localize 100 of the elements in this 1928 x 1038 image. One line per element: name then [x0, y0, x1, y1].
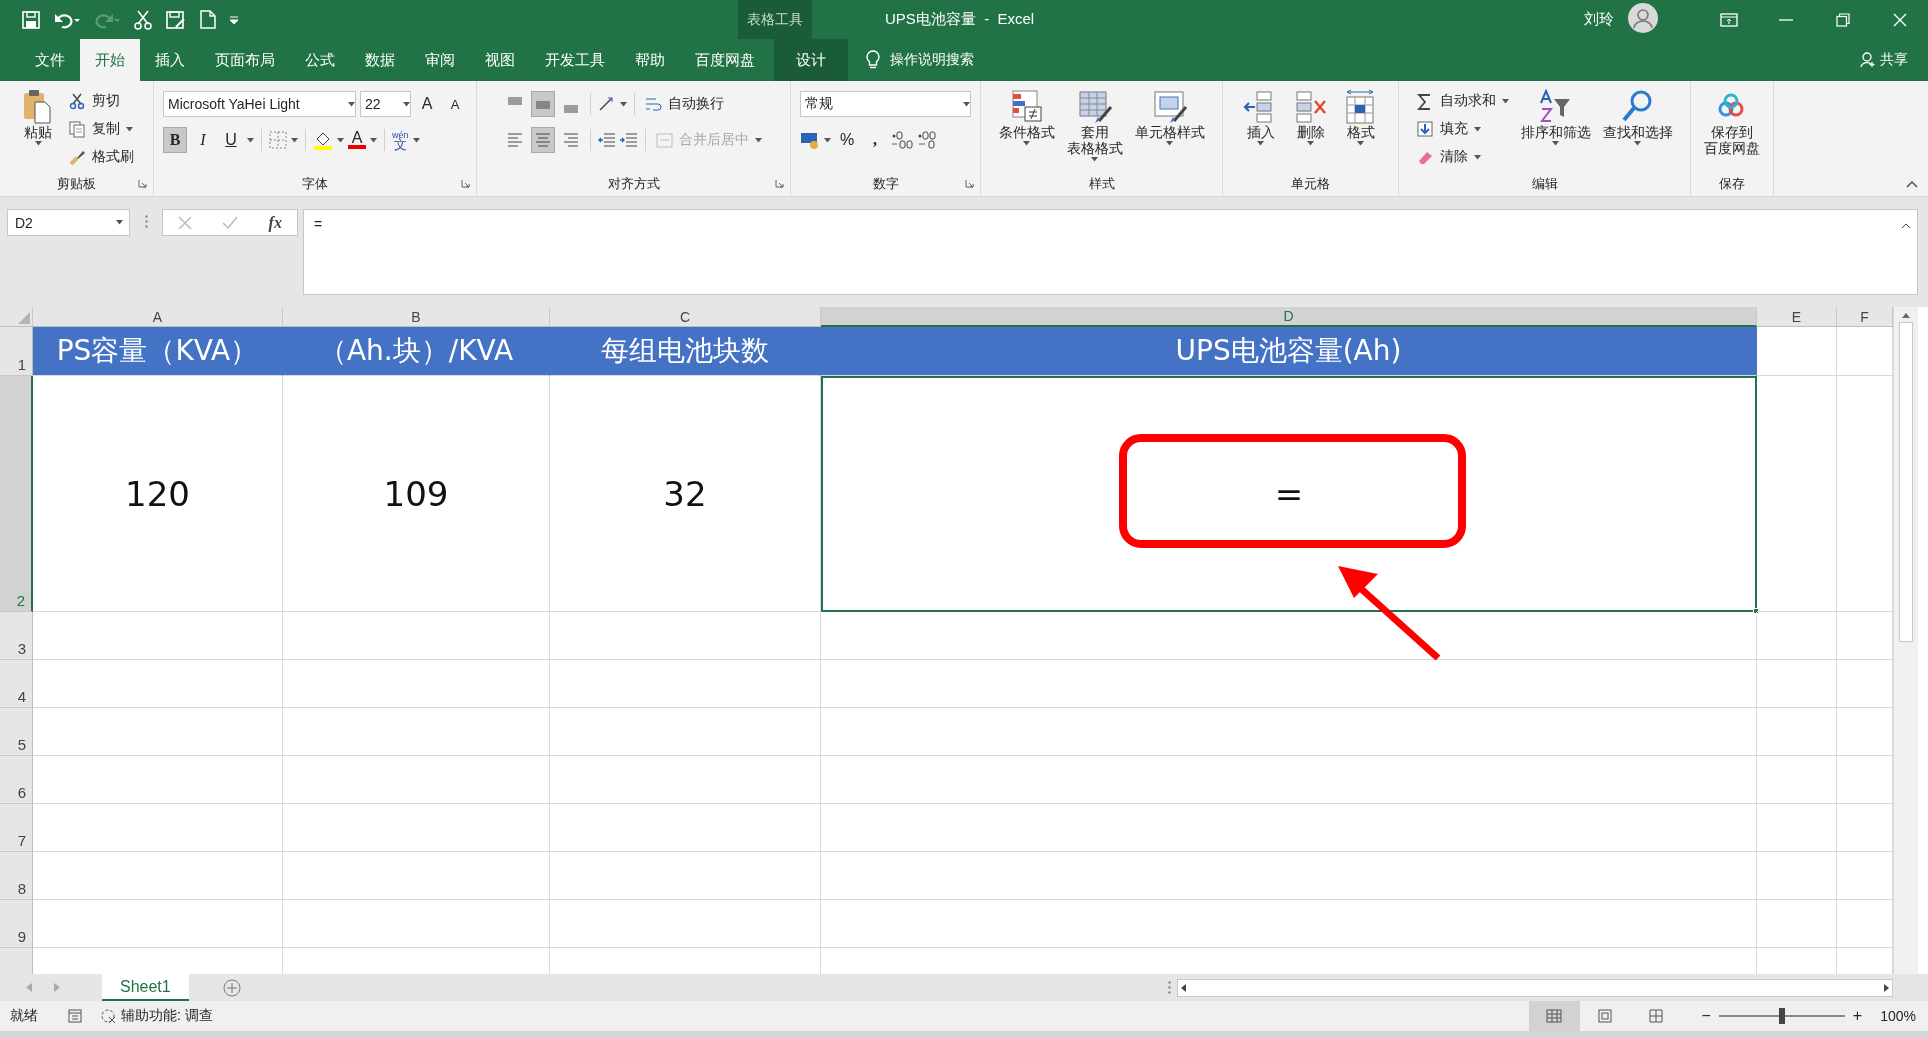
caret-icon[interactable] — [1552, 141, 1559, 146]
ribbon-tab[interactable]: 公式 — [290, 39, 350, 81]
zoom-out-button[interactable]: − — [1701, 1007, 1711, 1025]
drag-handle-icon[interactable] — [1168, 981, 1171, 994]
new-document-icon[interactable] — [200, 10, 216, 29]
caret-icon[interactable] — [963, 101, 970, 107]
caret-icon[interactable] — [370, 137, 377, 143]
formula-field[interactable]: = — [303, 209, 1918, 295]
caret-icon[interactable] — [337, 137, 344, 143]
ribbon-tab[interactable]: 插入 — [140, 39, 200, 81]
scissors-icon[interactable] — [134, 9, 152, 30]
shrink-font-button[interactable]: A — [443, 91, 467, 117]
ribbon-button[interactable]: 格式刷 — [66, 145, 137, 169]
caret-icon[interactable] — [348, 101, 355, 107]
restore-icon[interactable] — [1835, 12, 1850, 27]
ribbon-tab[interactable]: 页面布局 — [200, 39, 290, 81]
underline-button[interactable]: U — [219, 127, 243, 153]
bold-button[interactable]: B — [163, 127, 187, 153]
collapse-ribbon-icon[interactable] — [1906, 181, 1918, 188]
percent-button[interactable]: % — [835, 127, 859, 153]
orientation-icon[interactable] — [597, 96, 616, 112]
scrollbar-thumb[interactable] — [1899, 322, 1913, 642]
ribbon-button[interactable]: 单元格样式 — [1131, 87, 1208, 148]
add-sheet-icon[interactable] — [222, 978, 241, 997]
minimize-icon[interactable] — [1778, 18, 1793, 21]
decrease-indent-icon[interactable] — [597, 132, 616, 148]
ribbon-display-icon[interactable] — [1719, 12, 1738, 27]
font-size-field[interactable]: 22 — [360, 91, 411, 117]
scroll-left-icon[interactable] — [1181, 983, 1186, 992]
phonetic-button[interactable]: wén 文 — [392, 130, 409, 150]
save-as-icon[interactable] — [166, 10, 186, 29]
caret-icon[interactable] — [116, 220, 123, 225]
font-name-field[interactable]: Microsoft YaHei Light — [163, 91, 356, 117]
column-header[interactable]: E — [1757, 307, 1837, 327]
italic-button[interactable]: I — [191, 127, 215, 153]
ribbon-button[interactable]: 清除 — [1413, 145, 1512, 169]
ribbon-button[interactable]: 条件格式 — [995, 87, 1058, 148]
decrease-decimal-icon[interactable] — [917, 131, 939, 149]
caret-icon[interactable] — [1166, 141, 1173, 146]
ribbon-tab[interactable]: 设计 — [774, 39, 848, 81]
font-color-button[interactable]: A — [348, 131, 366, 149]
caret-icon[interactable] — [824, 137, 831, 143]
row-header[interactable]: 5 — [0, 708, 33, 756]
normal-view-button[interactable] — [1528, 1001, 1580, 1031]
fill-color-icon[interactable] — [313, 130, 333, 150]
increase-indent-icon[interactable] — [619, 132, 638, 148]
number-format-field[interactable]: 常规 — [800, 91, 971, 117]
row-header[interactable]: 9 — [0, 900, 33, 948]
save-icon[interactable] — [22, 10, 40, 29]
ribbon-tab[interactable]: 视图 — [470, 39, 530, 81]
scroll-up-icon[interactable] — [1902, 313, 1910, 318]
caret-icon[interactable] — [1357, 141, 1364, 146]
currency-icon[interactable] — [800, 131, 820, 149]
dialog-launcher-icon[interactable] — [461, 179, 470, 188]
row-header[interactable]: 1 — [0, 327, 33, 376]
caret-icon[interactable] — [403, 101, 410, 107]
ribbon-tab[interactable]: 开始 — [80, 39, 140, 81]
dialog-launcher-icon[interactable] — [775, 179, 784, 188]
ribbon-button[interactable]: 排序和筛选 — [1517, 87, 1594, 148]
sheet-tab[interactable]: Sheet1 — [102, 974, 189, 1001]
caret-icon[interactable] — [412, 137, 420, 143]
ribbon-button[interactable]: 格式 — [1338, 87, 1383, 148]
ribbon-button[interactable]: 剪切 — [66, 89, 137, 113]
name-box[interactable]: D2 — [7, 209, 130, 236]
dialog-launcher-icon[interactable] — [965, 179, 974, 188]
ribbon-button[interactable]: 查找和选择 — [1599, 87, 1676, 148]
ribbon-tab[interactable]: 审阅 — [410, 39, 470, 81]
caret-icon[interactable] — [1023, 141, 1030, 146]
grow-font-button[interactable]: A — [415, 91, 439, 117]
zoom-in-button[interactable]: + — [1852, 1007, 1863, 1025]
caret-icon[interactable] — [1091, 157, 1098, 162]
accessibility-status[interactable]: 辅助功能: 调查 — [121, 1007, 213, 1025]
row-header[interactable]: 3 — [0, 612, 33, 660]
ribbon-tab[interactable]: 开发工具 — [530, 39, 620, 81]
horizontal-scrollbar[interactable] — [1177, 978, 1893, 997]
tell-me-search[interactable]: 操作说明搜索 — [890, 51, 974, 69]
caret-icon[interactable] — [619, 101, 627, 107]
comma-button[interactable]: , — [863, 127, 887, 153]
ribbon-button[interactable]: 删除 — [1288, 87, 1333, 148]
row-header[interactable]: 2 — [0, 376, 33, 612]
caret-icon[interactable] — [1473, 154, 1481, 160]
ribbon-button[interactable]: 填充 — [1413, 117, 1512, 141]
column-header[interactable]: D — [821, 307, 1757, 327]
accessibility-icon[interactable] — [100, 1008, 116, 1024]
caret-icon[interactable] — [1473, 126, 1481, 132]
collapse-formula-icon[interactable] — [1901, 223, 1911, 229]
caret-icon[interactable] — [1257, 141, 1264, 146]
row-header[interactable]: 4 — [0, 660, 33, 708]
wrap-text-button[interactable]: 自动换行 — [641, 92, 727, 116]
ribbon-button[interactable]: 自动求和 — [1413, 89, 1512, 113]
row-header[interactable]: 7 — [0, 804, 33, 852]
caret-icon[interactable] — [34, 141, 42, 146]
share-button[interactable]: 共享 — [1860, 39, 1908, 81]
row-header[interactable]: 8 — [0, 852, 33, 900]
insert-function-button[interactable]: fx — [268, 213, 282, 232]
increase-decimal-icon[interactable] — [891, 131, 913, 149]
dialog-launcher-icon[interactable] — [138, 179, 147, 188]
ribbon-tab[interactable]: 文件 — [20, 39, 80, 81]
caret-icon[interactable] — [1634, 141, 1641, 146]
ribbon-tab[interactable]: 百度网盘 — [680, 39, 770, 81]
